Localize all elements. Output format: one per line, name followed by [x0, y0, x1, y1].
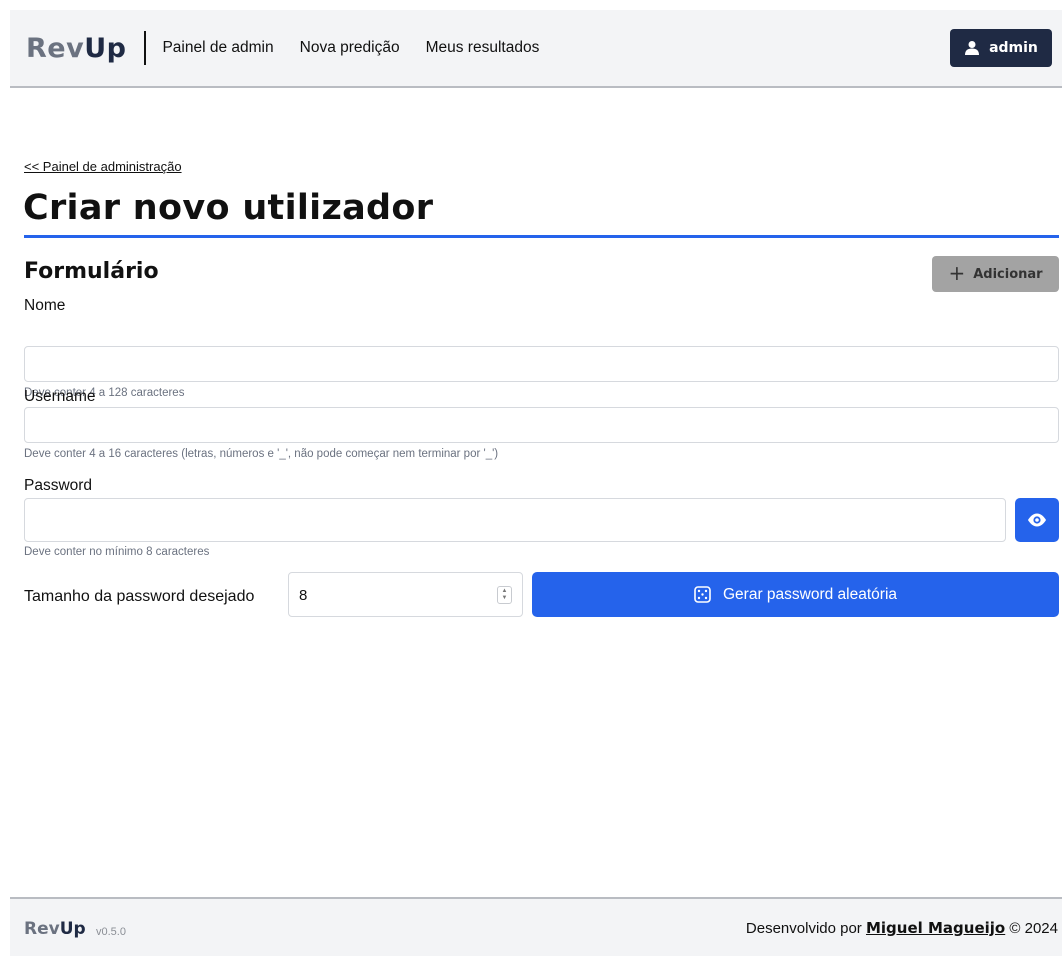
plus-icon: + — [948, 261, 966, 285]
name-input[interactable] — [24, 346, 1059, 382]
footer-brand: RevUp — [24, 919, 86, 939]
user-menu-label: admin — [989, 40, 1038, 56]
toggle-password-visibility-button[interactable] — [1015, 498, 1059, 542]
generate-password-label: Gerar password aleatória — [722, 585, 898, 603]
footer-brand-up: Up — [59, 919, 86, 939]
dice-icon — [694, 586, 711, 603]
nav-link-my-results[interactable]: Meus resultados — [426, 39, 540, 57]
brand-divider — [144, 31, 147, 65]
password-size-label: Tamanho da password desejado — [24, 588, 255, 605]
password-label: Password — [24, 477, 93, 494]
page-title: Criar novo utilizador — [23, 188, 434, 228]
nav-link-admin-panel[interactable]: Painel de admin — [162, 39, 273, 57]
spinner-icon[interactable]: ▲ ▼ — [497, 586, 512, 604]
password-hint: Deve conter no mínimo 8 caracteres — [24, 546, 210, 558]
credit-suffix: © 2024 — [1009, 920, 1058, 937]
password-size-value: 8 — [299, 587, 308, 604]
brand-logo[interactable]: RevUp — [26, 33, 126, 64]
title-underline — [24, 235, 1059, 238]
footer: RevUp v0.5.0 Desenvolvido por Miguel Mag… — [10, 897, 1062, 956]
password-size-input[interactable]: 8 ▲ ▼ — [288, 572, 523, 617]
username-hint: Deve conter 4 a 16 caracteres (letras, n… — [24, 448, 499, 460]
breadcrumb-back-link[interactable]: << Painel de administração — [24, 159, 182, 174]
app-version: v0.5.0 — [96, 926, 126, 938]
brand-rev: Rev — [26, 32, 85, 64]
credit-prefix: Desenvolvido por — [745, 920, 862, 937]
password-input[interactable] — [24, 498, 1006, 542]
add-button[interactable]: + Adicionar — [932, 256, 1059, 292]
footer-brand-rev: Rev — [24, 919, 60, 939]
footer-credit: Desenvolvido por Miguel Magueijo © 2024 — [746, 919, 1058, 937]
author-link[interactable]: Miguel Magueijo — [866, 919, 1005, 937]
user-icon — [965, 41, 980, 55]
form-section-title: Formulário — [24, 259, 159, 284]
generate-password-button[interactable]: Gerar password aleatória — [532, 572, 1059, 617]
username-input[interactable] — [24, 407, 1059, 443]
username-label: Username — [24, 388, 96, 405]
name-label: Nome — [24, 297, 66, 314]
user-menu-button[interactable]: admin — [950, 29, 1052, 67]
eye-icon — [1028, 513, 1046, 527]
nav-link-new-prediction[interactable]: Nova predição — [300, 39, 400, 57]
navbar: RevUp Painel de admin Nova predição Meus… — [10, 10, 1062, 88]
add-button-label: Adicionar — [973, 266, 1043, 282]
brand-up: Up — [84, 32, 127, 64]
